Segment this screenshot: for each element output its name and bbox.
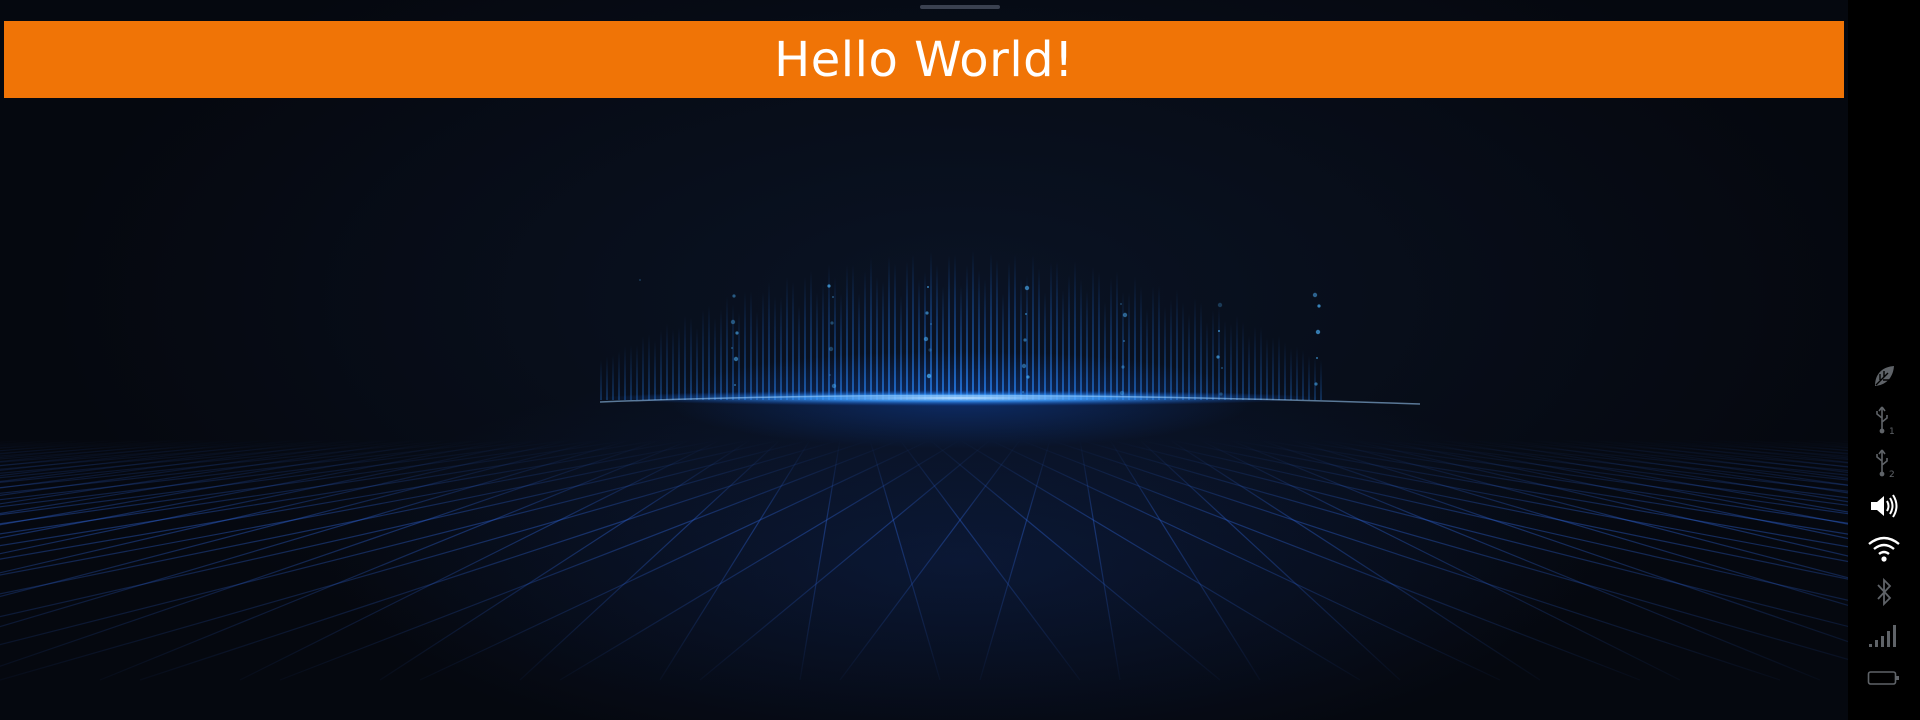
home-screen: Hello World! 1 2 xyxy=(0,0,1920,720)
status-bar: 1 2 xyxy=(1848,0,1920,720)
usb-icon-2[interactable]: 2 xyxy=(1866,445,1902,481)
svg-text:2: 2 xyxy=(1889,470,1895,479)
wallpaper-graphic xyxy=(0,250,1848,681)
wifi-icon[interactable] xyxy=(1866,531,1902,567)
drawer-handle[interactable] xyxy=(920,5,1000,9)
volume-icon[interactable] xyxy=(1866,488,1902,524)
wallpaper xyxy=(0,0,1848,720)
svg-text:1: 1 xyxy=(1889,427,1895,436)
battery-icon[interactable] xyxy=(1866,660,1902,696)
title-bar: Hello World! xyxy=(4,21,1844,98)
title-text: Hello World! xyxy=(774,31,1074,88)
usb-icon-1[interactable]: 1 xyxy=(1866,402,1902,438)
signal-icon[interactable] xyxy=(1866,618,1902,654)
leaf-icon[interactable] xyxy=(1866,358,1902,394)
bluetooth-icon[interactable] xyxy=(1866,574,1902,610)
